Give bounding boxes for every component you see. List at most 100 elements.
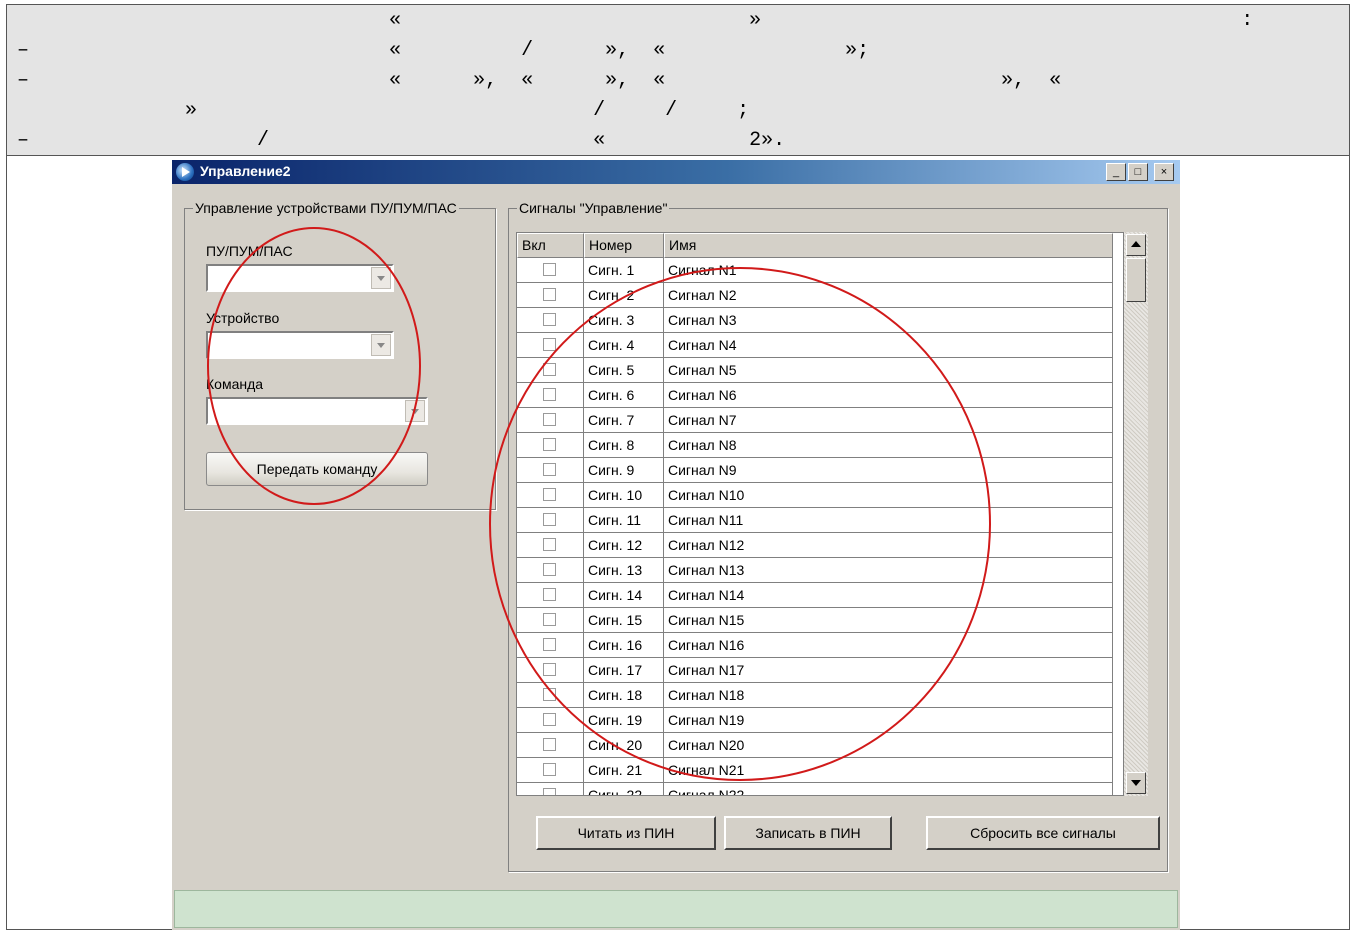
signal-number-cell: Сигн. 6 — [584, 383, 664, 408]
read-from-pin-button[interactable]: Читать из ПИН — [536, 816, 716, 850]
table-row[interactable]: Сигн. 7 Сигнал N7 — [517, 408, 1113, 433]
header-line-1: « » : — [17, 9, 1254, 32]
signal-number-cell: Сигн. 14 — [584, 583, 664, 608]
table-row[interactable]: Сигн. 3 Сигнал N3 — [517, 308, 1113, 333]
table-row[interactable]: Сигн. 10 Сигнал N10 — [517, 483, 1113, 508]
signal-checkbox[interactable] — [543, 488, 556, 501]
command-combobox[interactable] — [206, 397, 428, 425]
column-header-on[interactable]: Вкл — [517, 233, 584, 258]
title-bar[interactable]: Управление2 _ □ × — [172, 160, 1180, 184]
table-row[interactable]: Сигн. 18 Сигнал N18 — [517, 683, 1113, 708]
table-row[interactable]: Сигн. 22 Сигнал N22 — [517, 783, 1113, 795]
header-line-5: – / « 2». — [17, 129, 786, 152]
signals-table[interactable]: Вкл Номер Имя Сигн. 1 Сигнал N1 Сигн. 2 Сиг… — [516, 232, 1124, 796]
signal-number-cell: Сигн. 5 — [584, 358, 664, 383]
on-cell — [517, 633, 584, 658]
table-row[interactable]: Сигн. 14 Сигнал N14 — [517, 583, 1113, 608]
table-row[interactable]: Сигн. 17 Сигнал N17 — [517, 658, 1113, 683]
table-row[interactable]: Сигн. 4 Сигнал N4 — [517, 333, 1113, 358]
signal-checkbox[interactable] — [543, 413, 556, 426]
signal-checkbox[interactable] — [543, 563, 556, 576]
scroll-down-arrow-icon[interactable] — [1126, 772, 1146, 794]
table-row[interactable]: Сигн. 19 Сигнал N19 — [517, 708, 1113, 733]
pu-combobox[interactable] — [206, 264, 394, 292]
signal-checkbox[interactable] — [543, 438, 556, 451]
table-row[interactable]: Сигн. 8 Сигнал N8 — [517, 433, 1113, 458]
on-cell — [517, 333, 584, 358]
signal-checkbox[interactable] — [543, 388, 556, 401]
on-cell — [517, 433, 584, 458]
on-cell — [517, 583, 584, 608]
table-row[interactable]: Сигн. 1 Сигнал N1 — [517, 258, 1113, 283]
signal-name-cell: Сигнал N8 — [664, 433, 1113, 458]
on-cell — [517, 733, 584, 758]
signal-number-cell: Сигн. 17 — [584, 658, 664, 683]
signal-checkbox[interactable] — [543, 788, 556, 795]
signal-checkbox[interactable] — [543, 588, 556, 601]
signal-checkbox[interactable] — [543, 688, 556, 701]
device-label: Устройство — [206, 310, 280, 326]
minimize-button[interactable]: _ — [1106, 163, 1126, 181]
signal-checkbox[interactable] — [543, 638, 556, 651]
signal-checkbox[interactable] — [543, 338, 556, 351]
signal-number-cell: Сигн. 21 — [584, 758, 664, 783]
table-row[interactable]: Сигн. 6 Сигнал N6 — [517, 383, 1113, 408]
signal-checkbox[interactable] — [543, 713, 556, 726]
signal-checkbox[interactable] — [543, 463, 556, 476]
table-row[interactable]: Сигн. 16 Сигнал N16 — [517, 633, 1113, 658]
on-cell — [517, 483, 584, 508]
signal-name-cell: Сигнал N11 — [664, 508, 1113, 533]
table-header: Вкл Номер Имя — [517, 233, 1113, 258]
scroll-up-arrow-icon[interactable] — [1126, 234, 1146, 256]
reset-all-signals-button[interactable]: Сбросить все сигналы — [926, 816, 1160, 850]
signal-name-cell: Сигнал N3 — [664, 308, 1113, 333]
table-row[interactable]: Сигн. 13 Сигнал N13 — [517, 558, 1113, 583]
on-cell — [517, 308, 584, 333]
column-header-number[interactable]: Номер — [584, 233, 664, 258]
write-to-pin-button[interactable]: Записать в ПИН — [724, 816, 892, 850]
device-combobox[interactable] — [206, 331, 394, 359]
table-row[interactable]: Сигн. 21 Сигнал N21 — [517, 758, 1113, 783]
on-cell — [517, 708, 584, 733]
signal-name-cell: Сигнал N13 — [664, 558, 1113, 583]
scrollbar-thumb[interactable] — [1126, 258, 1146, 302]
signal-checkbox[interactable] — [543, 263, 556, 276]
signal-checkbox[interactable] — [543, 313, 556, 326]
on-cell — [517, 258, 584, 283]
vertical-scrollbar[interactable] — [1124, 232, 1148, 796]
signal-name-cell: Сигнал N5 — [664, 358, 1113, 383]
signal-checkbox[interactable] — [543, 738, 556, 751]
send-command-button[interactable]: Передать команду — [206, 452, 428, 486]
chevron-down-icon[interactable] — [371, 334, 391, 356]
on-cell — [517, 508, 584, 533]
table-row[interactable]: Сигн. 20 Сигнал N20 — [517, 733, 1113, 758]
window-title: Управление2 — [200, 163, 291, 179]
table-row[interactable]: Сигн. 5 Сигнал N5 — [517, 358, 1113, 383]
signal-number-cell: Сигн. 11 — [584, 508, 664, 533]
signal-checkbox[interactable] — [543, 763, 556, 776]
table-row[interactable]: Сигн. 12 Сигнал N12 — [517, 533, 1113, 558]
maximize-button[interactable]: □ — [1128, 163, 1148, 181]
on-cell — [517, 783, 584, 795]
signal-checkbox[interactable] — [543, 513, 556, 526]
column-header-name[interactable]: Имя — [664, 233, 1113, 258]
table-row[interactable]: Сигн. 9 Сигнал N9 — [517, 458, 1113, 483]
signal-name-cell: Сигнал N18 — [664, 683, 1113, 708]
device-control-legend: Управление устройствами ПУ/ПУМ/ПАС — [195, 200, 457, 216]
on-cell — [517, 408, 584, 433]
signal-checkbox[interactable] — [543, 288, 556, 301]
signal-checkbox[interactable] — [543, 363, 556, 376]
signal-checkbox[interactable] — [543, 538, 556, 551]
signal-number-cell: Сигн. 2 — [584, 283, 664, 308]
table-row[interactable]: Сигн. 11 Сигнал N11 — [517, 508, 1113, 533]
status-bar — [174, 890, 1178, 928]
table-row[interactable]: Сигн. 15 Сигнал N15 — [517, 608, 1113, 633]
chevron-down-icon[interactable] — [405, 400, 425, 422]
chevron-down-icon[interactable] — [371, 267, 391, 289]
close-button[interactable]: × — [1154, 163, 1174, 181]
signal-number-cell: Сигн. 8 — [584, 433, 664, 458]
signal-checkbox[interactable] — [543, 613, 556, 626]
signal-name-cell: Сигнал N7 — [664, 408, 1113, 433]
table-row[interactable]: Сигн. 2 Сигнал N2 — [517, 283, 1113, 308]
signal-checkbox[interactable] — [543, 663, 556, 676]
